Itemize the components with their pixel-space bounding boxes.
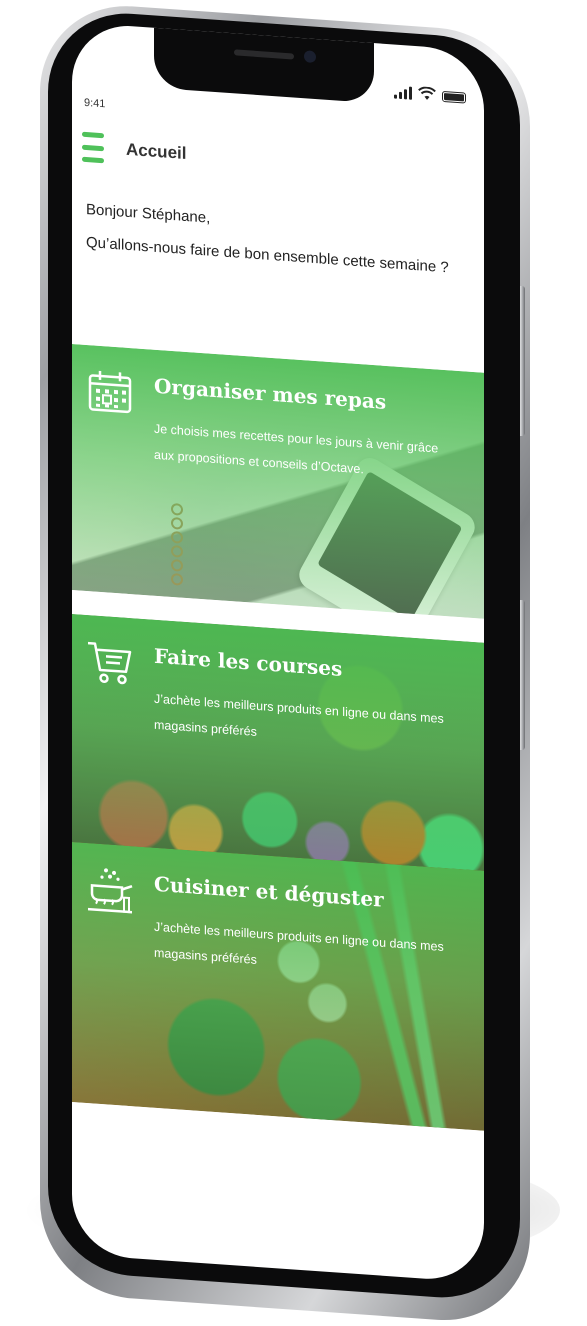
card-organiser-repas[interactable]: Organiser mes repas Je choisis mes recet… xyxy=(72,344,484,619)
calendar-icon xyxy=(88,370,132,414)
phone-screen: 9:41 Accueil Bonjour Stéphane, Qu’allons… xyxy=(72,22,484,1283)
status-icons xyxy=(394,85,466,104)
battery-icon xyxy=(442,90,466,104)
wifi-icon xyxy=(418,86,436,100)
status-time: 9:41 xyxy=(84,96,106,111)
cooking-pot-icon xyxy=(88,868,133,914)
front-camera xyxy=(304,50,316,64)
app-header: Accueil xyxy=(82,127,462,194)
shopping-cart-icon xyxy=(88,641,132,685)
hamburger-menu-icon[interactable] xyxy=(82,131,104,164)
card-cuisiner-deguster[interactable]: Cuisiner et déguster J’achète les meille… xyxy=(72,842,484,1131)
speaker xyxy=(234,49,294,60)
signal-icon xyxy=(394,86,412,100)
page-title: Accueil xyxy=(126,139,187,164)
greeting-text: Bonjour Stéphane, Qu’allons-nous faire d… xyxy=(86,193,466,286)
